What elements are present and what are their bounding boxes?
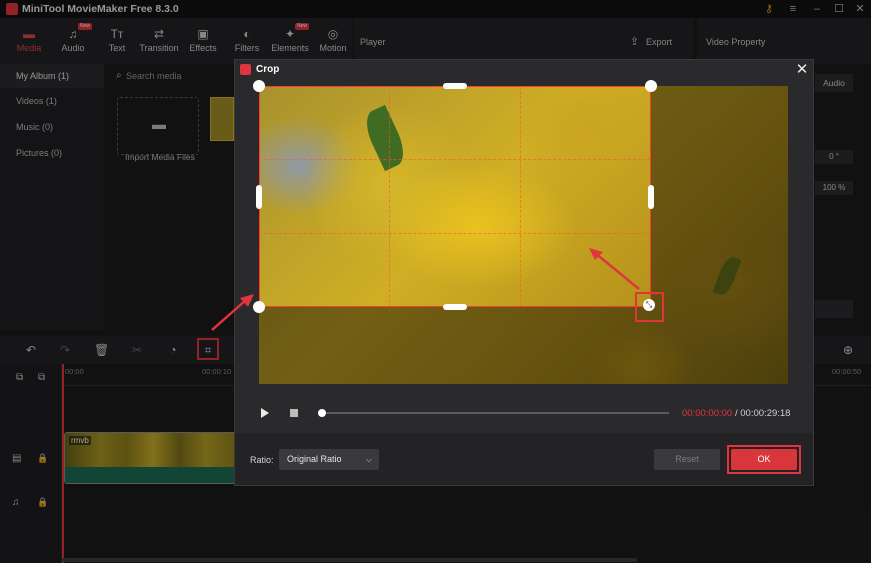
annotation-arrow-icon xyxy=(211,294,254,331)
crop-grid-line xyxy=(389,86,390,307)
stop-button[interactable] xyxy=(290,409,298,417)
seek-bar[interactable] xyxy=(321,412,669,414)
ratio-select[interactable]: Original Ratio ⌵ xyxy=(279,449,379,470)
annotation-arrow-icon xyxy=(589,248,640,290)
crop-grid-line xyxy=(259,159,651,160)
play-button[interactable] xyxy=(261,408,269,418)
app-window: MiniTool MovieMaker Free 8.3.0 ⚷ ≡ – ☐ ✕… xyxy=(0,0,871,563)
crop-handle-bottom[interactable] xyxy=(443,304,467,310)
ok-button-highlight xyxy=(727,445,801,474)
crop-handle-top-right[interactable] xyxy=(645,80,657,92)
seek-knob[interactable] xyxy=(318,409,326,417)
crop-handle-top-left[interactable] xyxy=(253,80,265,92)
crop-handle-right[interactable] xyxy=(648,185,654,209)
close-icon[interactable]: ✕ xyxy=(793,61,811,79)
crop-mask-right xyxy=(651,86,788,384)
crop-grid-line xyxy=(520,86,521,307)
resize-cursor-icon: ⤡ xyxy=(643,299,655,311)
chevron-down-icon: ⌵ xyxy=(365,455,372,464)
app-logo-icon xyxy=(240,64,251,75)
ratio-label: Ratio: xyxy=(250,455,274,465)
current-time: 00:00:00:00 xyxy=(682,408,733,419)
crop-dialog: Crop ✕ ⤡ 00:00:00:00 / 00:00:29:18 Ratio… xyxy=(234,59,814,486)
crop-mask-bottom xyxy=(259,307,651,384)
crop-grid-line xyxy=(259,233,651,234)
ratio-select-value: Original Ratio xyxy=(287,454,342,464)
reset-button[interactable]: Reset xyxy=(654,449,720,470)
crop-handle-left[interactable] xyxy=(256,185,262,209)
total-time: / 00:00:29:18 xyxy=(735,408,791,419)
dialog-title-bar: Crop ✕ xyxy=(235,60,813,80)
crop-handle-top[interactable] xyxy=(443,83,467,89)
dialog-title: Crop xyxy=(256,64,280,75)
